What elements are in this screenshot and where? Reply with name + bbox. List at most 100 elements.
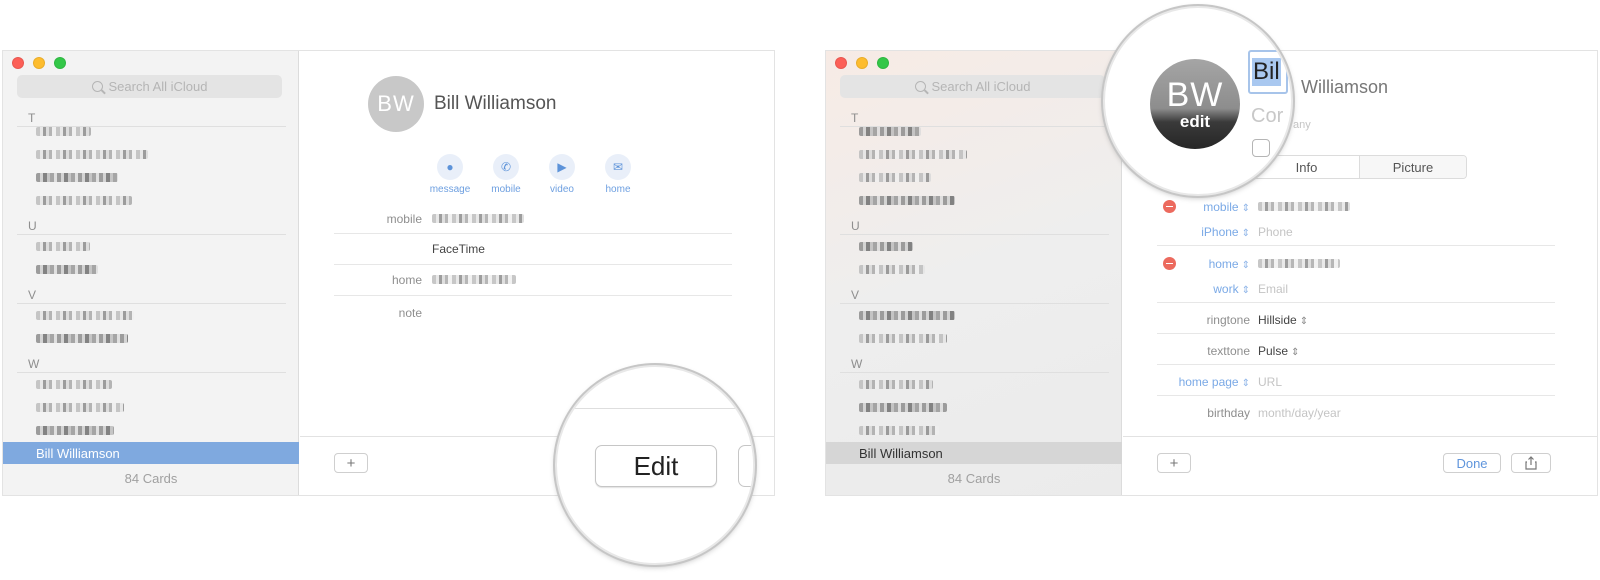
contact-row-redacted[interactable] [859, 426, 939, 435]
field-label-mobile: mobile [386, 212, 422, 226]
texttone-select[interactable]: Pulse ⇕ [1258, 344, 1299, 358]
label-text: iPhone [1201, 225, 1239, 239]
phone-icon: ✆ [493, 154, 519, 180]
contact-row-selected[interactable]: Bill Williamson [826, 442, 1122, 464]
action-video[interactable]: ▶ video [532, 154, 592, 195]
share-icon [1525, 456, 1537, 470]
contact-row-selected[interactable]: Bill Williamson [3, 442, 299, 464]
section-header-w: W [28, 357, 40, 371]
contact-row-redacted[interactable] [859, 311, 955, 320]
field-label-home-page[interactable]: home page ⇕ [1160, 375, 1250, 389]
contact-row-redacted[interactable] [859, 403, 947, 412]
contact-row-redacted[interactable] [36, 173, 118, 182]
section-divider [840, 303, 1109, 304]
field-label-work[interactable]: work ⇕ [1160, 282, 1250, 296]
contact-row-redacted[interactable] [859, 173, 931, 182]
section-divider [840, 372, 1109, 373]
contact-row-redacted[interactable] [36, 426, 114, 435]
share-button-zoomed[interactable] [738, 445, 753, 487]
field-value-redacted[interactable] [432, 275, 516, 284]
minimize-window-button[interactable] [856, 57, 868, 69]
label-text: home page [1178, 375, 1239, 389]
tab-picture[interactable]: Picture [1360, 156, 1466, 178]
close-window-button[interactable] [835, 57, 847, 69]
company-placeholder-tail: any [1293, 119, 1311, 131]
email-input[interactable]: Email [1258, 282, 1288, 296]
field-label-birthday: birthday [1207, 406, 1250, 420]
facetime-link[interactable]: FaceTime [432, 242, 485, 256]
birthday-input[interactable]: month/day/year [1258, 406, 1341, 420]
contact-row-redacted[interactable] [36, 334, 128, 343]
search-field[interactable]: Search All iCloud [17, 75, 282, 98]
contact-row-redacted[interactable] [859, 380, 933, 389]
section-header-v: V [28, 288, 37, 302]
avatar-edit-button[interactable]: BW edit [1150, 59, 1240, 149]
field-value-redacted[interactable] [432, 214, 524, 223]
edit-button[interactable]: Edit [595, 445, 717, 487]
action-mobile[interactable]: ✆ mobile [476, 154, 536, 195]
footer-divider-zoomed [557, 408, 753, 409]
field-label-note: note [398, 306, 422, 320]
field-label-iphone[interactable]: iPhone ⇕ [1160, 225, 1250, 239]
search-placeholder: Search All iCloud [108, 79, 208, 94]
contact-avatar[interactable]: BW [368, 76, 424, 132]
contact-row-redacted[interactable] [859, 196, 955, 205]
contact-row-redacted[interactable] [859, 242, 913, 251]
contact-row-redacted[interactable] [36, 311, 134, 320]
field-label-mobile[interactable]: mobile ⇕ [1160, 200, 1250, 214]
field-divider [1157, 333, 1555, 334]
company-field[interactable]: Cor [1251, 105, 1283, 128]
url-input[interactable]: URL [1258, 375, 1282, 389]
contact-row-redacted[interactable] [36, 380, 112, 389]
contact-row-redacted[interactable] [36, 196, 132, 205]
action-label: message [429, 184, 471, 195]
add-contact-button[interactable]: + [1157, 453, 1191, 473]
first-name-field[interactable]: Bil [1248, 50, 1288, 94]
contact-row-redacted[interactable] [36, 242, 90, 251]
last-name-field[interactable]: Williamson [1301, 77, 1388, 98]
action-home-mail[interactable]: ✉ home [588, 154, 648, 195]
search-field[interactable]: Search All iCloud [840, 75, 1105, 98]
company-checkbox[interactable] [1252, 139, 1270, 157]
info-picture-segmented-control: Info Picture [1253, 155, 1467, 179]
stepper-icon: ⇕ [1241, 285, 1250, 296]
field-value-redacted[interactable] [1258, 259, 1340, 268]
add-contact-button[interactable]: + [334, 453, 368, 473]
window-controls [835, 57, 889, 69]
field-divider [334, 264, 732, 265]
contact-row-redacted[interactable] [36, 265, 98, 274]
phone-input[interactable]: Phone [1258, 225, 1293, 239]
field-label-home[interactable]: home ⇕ [1160, 257, 1250, 271]
magnifier-edit: Edit [555, 365, 755, 565]
stepper-icon: ⇕ [1241, 260, 1250, 271]
share-button[interactable] [1511, 453, 1551, 473]
label-text: home [1208, 257, 1239, 271]
field-value-redacted[interactable] [1258, 202, 1350, 211]
action-label: mobile [491, 184, 521, 195]
stepper-icon: ⇕ [1241, 378, 1250, 389]
action-label: home [605, 184, 631, 195]
done-button[interactable]: Done [1443, 453, 1501, 473]
contact-row-redacted[interactable] [859, 334, 947, 343]
action-label: video [550, 184, 574, 195]
section-header-v: V [851, 288, 860, 302]
video-icon: ▶ [549, 154, 575, 180]
minimize-window-button[interactable] [33, 57, 45, 69]
ringtone-select[interactable]: Hillside ⇕ [1258, 313, 1308, 327]
field-divider [334, 233, 732, 234]
contact-row-redacted[interactable] [859, 265, 925, 274]
action-message[interactable]: ● message [420, 154, 480, 195]
contact-row-redacted[interactable] [36, 127, 91, 136]
zoom-window-button[interactable] [54, 57, 66, 69]
contact-row-redacted[interactable] [36, 403, 124, 412]
close-window-button[interactable] [12, 57, 24, 69]
stepper-icon: ⇕ [1299, 316, 1309, 327]
contact-row-redacted[interactable] [36, 150, 148, 159]
field-divider [334, 295, 732, 296]
contact-row-redacted[interactable] [859, 150, 967, 159]
avatar-edit-label: edit [1179, 112, 1211, 131]
zoom-window-button[interactable] [877, 57, 889, 69]
contact-row-redacted[interactable] [859, 127, 921, 136]
avatar-initials: BW [1166, 76, 1224, 114]
field-divider [1157, 302, 1555, 303]
